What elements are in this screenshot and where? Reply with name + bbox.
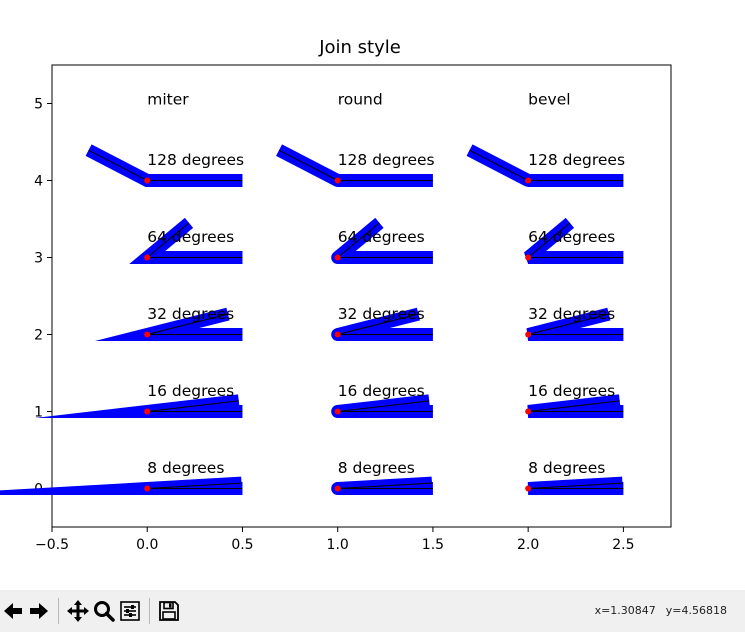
vertex-marker xyxy=(525,408,532,415)
angle-label: 64 degrees xyxy=(528,228,615,246)
cursor-coordinates: x=1.30847 y=4.56818 xyxy=(585,604,727,617)
y-readout: y=4.56818 xyxy=(665,604,727,617)
vertex-marker xyxy=(334,331,341,338)
zoom-button[interactable] xyxy=(91,596,117,626)
vertex-marker xyxy=(334,485,341,492)
angle-label: 16 degrees xyxy=(147,382,234,400)
configure-subplots-button[interactable] xyxy=(117,596,143,626)
right-arrow-icon xyxy=(30,603,48,619)
angle-label: 8 degrees xyxy=(338,459,415,477)
floppy-disk-icon xyxy=(159,601,179,621)
x-tick-label: 1.5 xyxy=(422,537,444,553)
column-label-miter: miter xyxy=(147,91,189,109)
magnifier-icon xyxy=(94,601,115,622)
angle-label: 32 degrees xyxy=(147,305,234,323)
y-tick-label: 5 xyxy=(34,97,43,113)
vertex-marker xyxy=(334,254,341,261)
x-tick-label: −0.5 xyxy=(35,537,69,553)
toolbar-separator xyxy=(58,598,59,624)
x-tick-label: 0.5 xyxy=(231,537,253,553)
vertex-marker xyxy=(334,177,341,184)
vertex-marker xyxy=(144,254,151,261)
angle-label: 128 degrees xyxy=(147,151,244,169)
save-button[interactable] xyxy=(156,596,182,626)
back-button[interactable] xyxy=(0,596,26,626)
toolbar-separator xyxy=(149,598,150,624)
sliders-icon xyxy=(120,601,140,621)
x-tick-label: 0.0 xyxy=(136,537,158,553)
vertex-marker xyxy=(525,177,532,184)
x-tick-label: 2.5 xyxy=(612,537,634,553)
angle-label: 16 degrees xyxy=(338,382,425,400)
vertex-marker xyxy=(144,331,151,338)
move-icon xyxy=(67,600,89,622)
figure: Join style −0.5 0.0 0.5 1.0 1.5 2.0 2.50123458… xyxy=(0,37,672,553)
angle-label: 8 degrees xyxy=(528,459,605,477)
left-arrow-icon xyxy=(4,603,22,619)
angle-label: 64 degrees xyxy=(338,228,425,246)
forward-button[interactable] xyxy=(26,596,52,626)
vertex-marker xyxy=(525,331,532,338)
vertex-marker xyxy=(525,485,532,492)
plot-area[interactable]: −0.5 0.0 0.5 1.0 1.5 2.0 2.50123458 degrees16 … xyxy=(0,64,672,553)
column-label-round: round xyxy=(338,91,383,109)
vertex-marker xyxy=(525,254,532,261)
angle-label: 32 degrees xyxy=(528,305,615,323)
column-label-bevel: bevel xyxy=(528,91,570,109)
y-tick-label: 2 xyxy=(34,328,43,344)
vertex-marker xyxy=(144,177,151,184)
vertex-marker xyxy=(144,485,151,492)
angle-label: 8 degrees xyxy=(147,459,224,477)
axes-frame xyxy=(51,64,672,528)
angle-label: 32 degrees xyxy=(338,305,425,323)
pan-button[interactable] xyxy=(65,596,91,626)
angle-label: 128 degrees xyxy=(528,151,625,169)
angle-label: 16 degrees xyxy=(528,382,615,400)
vertex-marker xyxy=(144,408,151,415)
angle-label: 64 degrees xyxy=(147,228,234,246)
y-tick-label: 4 xyxy=(34,174,43,190)
y-tick-label: 3 xyxy=(34,251,43,267)
x-tick-label: 1.0 xyxy=(327,537,349,553)
angle-label: 128 degrees xyxy=(338,151,435,169)
vertex-marker xyxy=(334,408,341,415)
x-readout: x=1.30847 xyxy=(594,604,656,617)
x-tick-label: 2.0 xyxy=(517,537,539,553)
chart-title: Join style xyxy=(318,37,401,58)
navigation-toolbar: x=1.30847 y=4.56818 xyxy=(0,590,745,632)
y-tick-label: 1 xyxy=(34,405,43,421)
